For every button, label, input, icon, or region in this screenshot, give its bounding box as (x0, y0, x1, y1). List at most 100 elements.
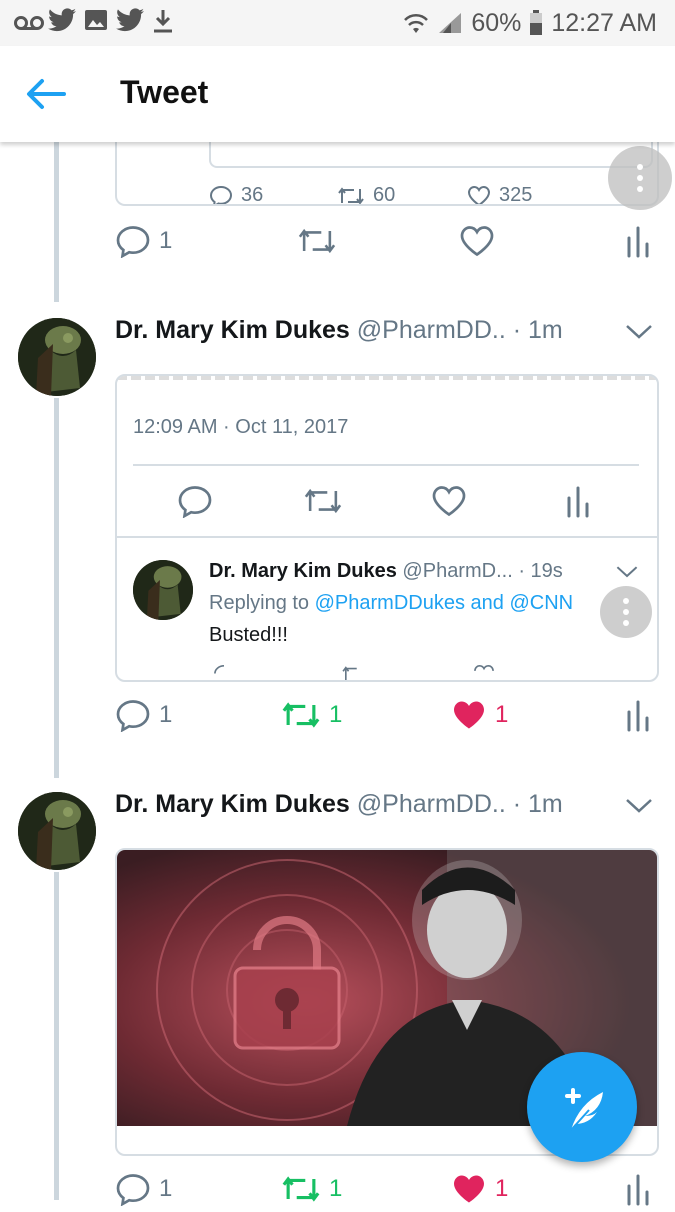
user-handle[interactable]: @PharmDD.. (357, 316, 506, 344)
retweet-count: 60 (373, 184, 396, 206)
chevron-down-icon[interactable] (624, 796, 654, 816)
heart-filled-icon (454, 701, 484, 729)
thread-connector (54, 872, 59, 1200)
reply-icon (178, 486, 212, 518)
overflow-menu-button[interactable] (608, 146, 672, 210)
reply-icon (116, 700, 150, 732)
tweet-timestamp: 12:09 AM · Oct 11, 2017 (133, 416, 349, 438)
retweet-icon (304, 488, 342, 514)
battery-icon (530, 10, 543, 35)
retweet-icon (338, 186, 364, 204)
avatar[interactable] (18, 318, 96, 396)
tweet-actions: 1 (115, 224, 660, 264)
analytics-button[interactable] (625, 698, 651, 732)
overflow-menu-button[interactable] (600, 586, 652, 638)
avatar-image (133, 560, 193, 620)
like-count: 1 (495, 701, 509, 728)
analytics-icon (627, 1174, 649, 1206)
tweet-time: · 1m (512, 316, 563, 344)
cropped-text-line (117, 376, 657, 380)
chevron-down-icon[interactable] (624, 322, 654, 342)
download-icon (154, 10, 172, 33)
analytics-icon (567, 486, 589, 518)
analytics-button[interactable] (625, 224, 651, 258)
retweet-button[interactable] (297, 224, 337, 258)
tweet-header: Dr. Mary Kim Dukes @PharmDD.. · 1m (115, 790, 563, 819)
mention-link: @CNN (509, 592, 574, 614)
reply-button[interactable]: 1 (115, 224, 172, 258)
reply-count: 1 (159, 1175, 173, 1202)
display-name[interactable]: Dr. Mary Kim Dukes (115, 316, 350, 344)
reply-icon (116, 1174, 150, 1206)
like-button[interactable]: 1 (451, 698, 508, 732)
divider (133, 464, 639, 466)
user-handle: @PharmD... (402, 560, 513, 582)
analytics-button[interactable] (625, 1172, 651, 1206)
like-stat: 325 (467, 184, 533, 206)
heart-icon (460, 226, 494, 257)
avatar-image (18, 318, 96, 396)
heart-filled-icon (454, 1175, 484, 1203)
retweet-icon (298, 228, 336, 254)
tweet-header: Dr. Mary Kim Dukes @PharmDD.. · 1m (115, 316, 563, 345)
avatar-image (18, 792, 96, 870)
retweet-count: 1 (329, 1175, 343, 1202)
thread-connector (54, 142, 59, 302)
status-bar: 60% 12:27 AM (0, 0, 675, 46)
tweet-time: · 19s (518, 560, 563, 582)
compose-tweet-icon (565, 1088, 603, 1131)
retweet-button[interactable]: 1 (281, 698, 342, 732)
like-count: 1 (495, 1175, 509, 1202)
reply-count: 36 (241, 184, 264, 206)
twitter-icon (116, 8, 144, 32)
clock: 12:27 AM (551, 8, 657, 37)
heart-icon (432, 486, 466, 517)
mention-link: @PharmDDukes (314, 592, 465, 614)
display-name[interactable]: Dr. Mary Kim Dukes (115, 790, 350, 818)
like-count: 325 (499, 184, 533, 206)
thread-connector (54, 398, 59, 778)
signal-icon (439, 13, 462, 33)
tweet-actions: 1 1 1 (115, 1172, 660, 1212)
image-icon (85, 10, 107, 30)
reply-header: Dr. Mary Kim Dukes @PharmD... · 19s (209, 560, 563, 583)
retweet-icon (282, 702, 320, 728)
tweet-actions: 1 1 1 (115, 698, 660, 738)
replying-and: and (470, 592, 504, 614)
compose-tweet-button[interactable] (527, 1052, 637, 1162)
user-handle[interactable]: @PharmDD.. (357, 790, 506, 818)
analytics-icon (627, 226, 649, 258)
tweet-time: · 1m (512, 790, 563, 818)
reply-button[interactable]: 1 (115, 698, 172, 732)
reply-count: 1 (159, 227, 173, 254)
retweet-stat: 60 (337, 184, 396, 206)
reply-icon (209, 185, 233, 204)
replying-to: Replying to @PharmDDukes and @CNN (209, 592, 573, 615)
retweet-icon (282, 1176, 320, 1202)
tweet-text: Busted!!! (209, 624, 288, 646)
avatar[interactable] (18, 792, 96, 870)
divider (117, 536, 657, 538)
reply-count: 1 (159, 701, 173, 728)
retweet-button[interactable]: 1 (281, 1172, 342, 1206)
reply-icon (116, 226, 150, 258)
avatar (133, 560, 193, 620)
reply-stat: 36 (209, 184, 264, 206)
wifi-icon (404, 13, 429, 33)
heart-icon (467, 185, 491, 204)
cropped-actions (209, 664, 629, 680)
twitter-icon (48, 8, 76, 32)
like-button[interactable] (459, 224, 495, 258)
like-button[interactable]: 1 (451, 1172, 508, 1206)
back-arrow-icon[interactable] (24, 76, 68, 112)
reply-button[interactable]: 1 (115, 1172, 172, 1206)
app-bar: Tweet (0, 46, 675, 142)
battery-percent: 60% (471, 8, 522, 37)
retweet-count: 1 (329, 701, 343, 728)
display-name: Dr. Mary Kim Dukes (209, 560, 397, 582)
analytics-icon (627, 700, 649, 732)
chevron-down-icon (616, 566, 638, 578)
page-title: Tweet (120, 74, 209, 110)
voicemail-icon (14, 16, 44, 30)
quoted-tweet-card[interactable]: 12:09 AM · Oct 11, 2017 Dr. Mary Kim Duk… (115, 374, 659, 682)
